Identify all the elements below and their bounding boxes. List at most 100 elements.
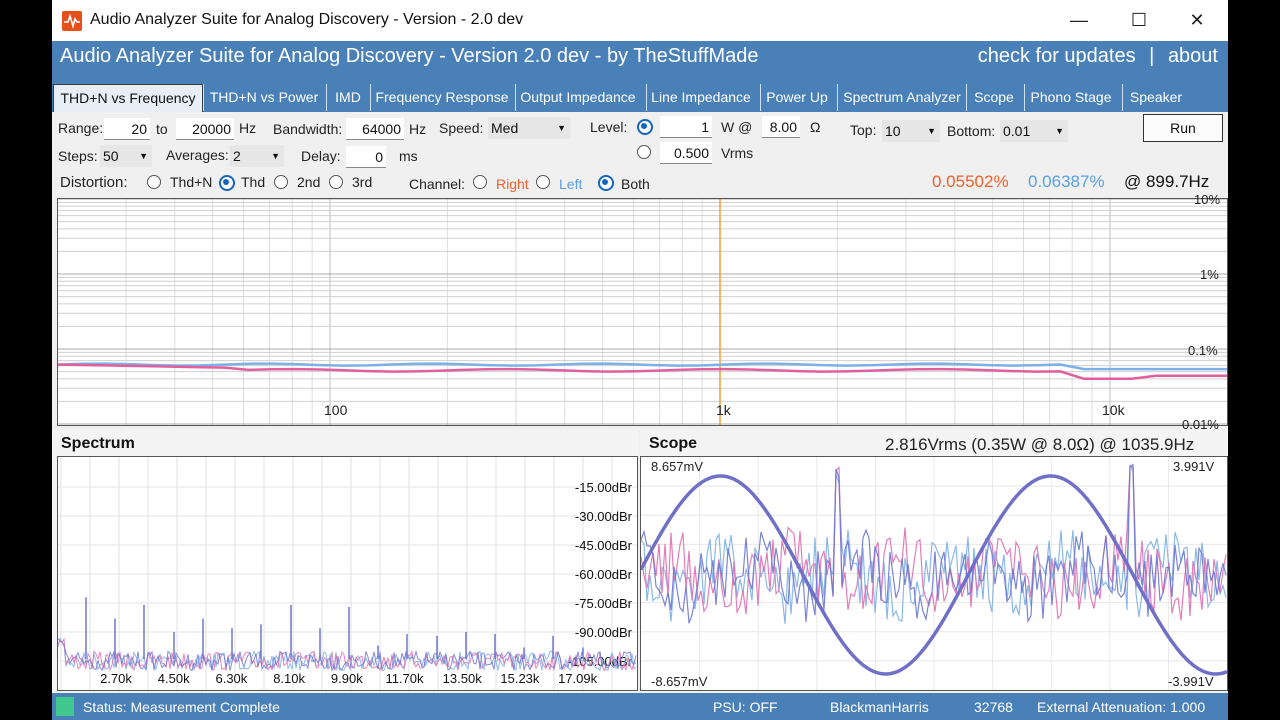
scope-left-bottom-label: -8.657mV [651, 674, 708, 689]
delay-ms-label: ms [399, 148, 418, 164]
spectrum-y-tick: -90.00dBr [575, 625, 633, 640]
chevron-down-icon: ▼ [271, 151, 280, 161]
bandwidth-field[interactable]: 64000 [346, 118, 404, 140]
steps-value: 50 [103, 148, 119, 164]
status-indicator-icon [56, 697, 74, 716]
averages-select[interactable]: 2 ▼ [230, 145, 284, 167]
app-window: Audio Analyzer Suite for Analog Discover… [52, 0, 1228, 720]
range-from-field[interactable]: 20 [104, 118, 150, 140]
result-right-value: 0.05502% [932, 172, 1009, 191]
spectrum-x-tick: 15.23k [500, 671, 540, 686]
scope-left-top-label: 8.657mV [651, 459, 704, 474]
tab-line-impedance[interactable]: Line Impedance [646, 84, 755, 111]
range-to-label: to [156, 121, 168, 137]
tab-thd-vs-frequency[interactable]: THD+N vs Frequency [53, 84, 203, 112]
spectrum-y-tick: -75.00dBr [575, 596, 633, 611]
speed-select[interactable]: Med ▼ [488, 117, 570, 139]
spectrum-x-tick: 4.50k [158, 671, 190, 686]
app-header-title: Audio Analyzer Suite for Analog Discover… [60, 45, 759, 67]
watts-at-label: W @ [721, 119, 753, 135]
window-title: Audio Analyzer Suite for Analog Discover… [90, 11, 524, 28]
spectrum-y-tick: -45.00dBr [575, 538, 633, 553]
spectrum-y-tick: -15.00dBr [575, 480, 633, 495]
maximize-button[interactable]: ☐ [1110, 0, 1168, 41]
distortion-3rd-radio[interactable] [329, 175, 343, 189]
level-volts-radio[interactable] [637, 145, 651, 159]
chevron-down-icon: ▼ [557, 123, 566, 133]
thd-plot[interactable]: 100 1k 10k 10% 1% 0.1% 0.01% [57, 192, 1228, 432]
spectrum-y-tick: -60.00dBr [575, 567, 633, 582]
status-bar: Status: Measurement Complete PSU: OFF Bl… [52, 693, 1228, 720]
tab-speaker[interactable]: Speaker [1122, 84, 1189, 111]
tab-power-up[interactable]: Power Up [760, 84, 833, 111]
chevron-down-icon: ▼ [139, 151, 148, 161]
distortion-thdn-radio[interactable] [147, 175, 161, 189]
steps-label: Steps: [58, 148, 98, 164]
channel-left-radio[interactable] [536, 175, 550, 189]
fft-size-status: 32768 [974, 699, 1013, 715]
title-bar: Audio Analyzer Suite for Analog Discover… [52, 0, 1228, 41]
steps-select[interactable]: 50 ▼ [100, 145, 152, 167]
bottom-value: 0.01 [1003, 123, 1031, 139]
range-to-field[interactable]: 20000 [176, 118, 234, 140]
tab-imd[interactable]: IMD [326, 84, 369, 111]
header-separator: | [1149, 45, 1155, 67]
vrms-label: Vrms [721, 145, 754, 161]
tab-output-impedance[interactable]: Output Impedance [515, 84, 640, 111]
tab-frequency-response[interactable]: Frequency Response [370, 84, 513, 111]
channel-right-label: Right [496, 176, 529, 192]
thd-plot-canvas [57, 198, 1228, 425]
spectrum-x-tick: 2.70k [100, 671, 132, 686]
about-link[interactable]: about [1168, 45, 1218, 67]
psu-status: PSU: OFF [713, 699, 778, 715]
level-watts-field[interactable]: 1 [660, 116, 712, 138]
distortion-label: Distortion: [60, 174, 128, 191]
minimize-button[interactable]: — [1050, 0, 1108, 41]
tab-phono-stage[interactable]: Phono Stage [1024, 84, 1117, 111]
top-value: 10 [885, 123, 901, 139]
averages-value: 2 [233, 148, 241, 164]
scope-title: Scope [649, 435, 698, 452]
channel-both-radio[interactable] [598, 175, 614, 191]
range-label: Range: [58, 120, 104, 136]
delay-field[interactable]: 0 [346, 146, 386, 168]
spectrum-canvas: -15.00dBr -30.00dBr -45.00dBr -60.00dBr -75.… [58, 457, 637, 690]
scope-plot[interactable]: 8.657mV -8.657mV 3.991V -3.991V [640, 456, 1228, 691]
ohm-unit-label: Ω [810, 119, 821, 135]
spectrum-title: Spectrum [61, 435, 135, 452]
distortion-2nd-radio[interactable] [274, 175, 288, 189]
level-volts-field[interactable]: 0.500 [660, 142, 712, 164]
channel-both-label: Both [621, 176, 650, 192]
tab-spectrum-analyzer[interactable]: Spectrum Analyzer [837, 84, 966, 111]
chevron-down-icon: ▼ [1055, 126, 1064, 136]
speed-value: Med [491, 120, 519, 136]
channel-right-radio[interactable] [473, 175, 487, 189]
speed-label: Speed: [439, 120, 484, 136]
load-ohms-field[interactable]: 8.00 [762, 116, 800, 138]
bottom-select[interactable]: 0.01 ▼ [1000, 120, 1068, 142]
result-frequency: @ 899.7Hz [1124, 172, 1210, 191]
tab-scope[interactable]: Scope [966, 84, 1021, 111]
range-hz-label: Hz [239, 120, 257, 136]
level-watts-radio[interactable] [637, 119, 653, 135]
run-button[interactable]: Run [1143, 114, 1223, 142]
channel-left-label: Left [559, 176, 583, 192]
close-button[interactable]: ✕ [1168, 0, 1226, 41]
status-message: Status: Measurement Complete [83, 699, 280, 715]
check-updates-link[interactable]: check for updates [978, 45, 1136, 67]
scope-panel: Scope 2.816Vrms (0.35W @ 8.0Ω) @ 1035.9H… [640, 430, 1228, 691]
app-icon [62, 11, 82, 31]
bandwidth-label: Bandwidth: [273, 121, 343, 137]
top-select[interactable]: 10 ▼ [882, 120, 940, 142]
thd-y-tick-1: 1% [1200, 267, 1219, 282]
scope-right-top-label: 3.991V [1173, 459, 1215, 474]
result-left-value: 0.06387% [1028, 172, 1105, 191]
thd-x-tick-1k: 1k [716, 402, 731, 418]
thd-y-tick-01: 0.1% [1188, 343, 1218, 358]
tab-thd-vs-power[interactable]: THD+N vs Power [203, 84, 324, 111]
spectrum-panel: Spectrum -15.00dBr -30.00dBr -45.00dBr -60.… [52, 430, 638, 691]
distortion-thd-radio[interactable] [219, 175, 235, 191]
channel-label: Channel: [409, 176, 466, 192]
spectrum-plot[interactable]: -15.00dBr -30.00dBr -45.00dBr -60.00dBr -75.… [57, 456, 638, 691]
bandwidth-hz-label: Hz [409, 121, 427, 137]
